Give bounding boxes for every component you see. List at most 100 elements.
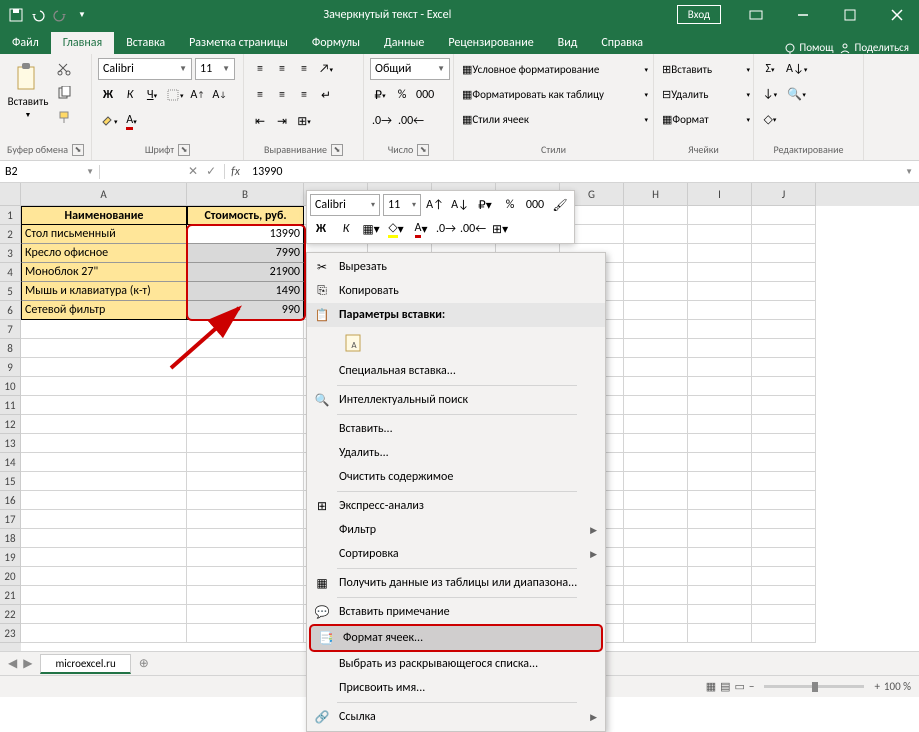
mini-comma-icon[interactable]: 000	[524, 194, 546, 216]
fx-icon[interactable]: fx	[225, 165, 246, 179]
cell[interactable]	[752, 510, 816, 529]
cell[interactable]: Стол письменный	[21, 225, 187, 244]
cell[interactable]	[688, 377, 752, 396]
cell[interactable]	[21, 415, 187, 434]
cell[interactable]	[624, 567, 688, 586]
align-center-icon[interactable]: ≡	[272, 84, 292, 106]
zoom-in-icon[interactable]: +	[874, 680, 879, 693]
mini-decrease-font-icon[interactable]: A↓	[449, 194, 471, 216]
cell[interactable]: 7990	[187, 244, 304, 263]
cell[interactable]	[624, 377, 688, 396]
cell-styles-button[interactable]: ▦ Стили ячеек▾	[460, 108, 650, 130]
cell[interactable]	[187, 339, 304, 358]
maximize-icon[interactable]	[827, 0, 872, 29]
italic-icon[interactable]: К	[120, 84, 140, 106]
cell[interactable]	[21, 605, 187, 624]
context-format-cells[interactable]: 📑Формат ячеек...	[309, 624, 603, 652]
cell[interactable]	[752, 282, 816, 301]
tab-insert[interactable]: Вставка	[114, 32, 177, 54]
fill-icon[interactable]: ↓▾	[760, 83, 780, 105]
row-header[interactable]: 10	[0, 377, 21, 396]
delete-cells-button[interactable]: ⊟ Удалить▾	[660, 83, 752, 105]
cell[interactable]	[187, 586, 304, 605]
mini-dec-decimal-icon[interactable]: .00←	[460, 218, 486, 240]
cell[interactable]	[21, 529, 187, 548]
context-insert[interactable]: Вставить...	[307, 417, 605, 441]
align-bottom-icon[interactable]: ≡	[294, 58, 314, 80]
row-header[interactable]: 8	[0, 339, 21, 358]
cell[interactable]	[688, 510, 752, 529]
cell[interactable]	[688, 434, 752, 453]
autosum-icon[interactable]: Σ▾	[760, 58, 780, 80]
mini-fill-icon[interactable]: ◇▾	[385, 218, 407, 240]
cell[interactable]	[688, 244, 752, 263]
format-cells-button[interactable]: ▦ Формат▾	[660, 108, 752, 130]
context-cut[interactable]: ✂Вырезать	[307, 255, 605, 279]
cell[interactable]	[752, 605, 816, 624]
cell[interactable]	[21, 396, 187, 415]
cell[interactable]	[752, 529, 816, 548]
comma-icon[interactable]: 000	[414, 84, 436, 106]
cell[interactable]	[688, 529, 752, 548]
name-box[interactable]: B2▼	[0, 165, 100, 179]
cell[interactable]	[752, 567, 816, 586]
row-header[interactable]: 12	[0, 415, 21, 434]
row-header[interactable]: 16	[0, 491, 21, 510]
cell[interactable]	[21, 510, 187, 529]
align-left-icon[interactable]: ≡	[250, 84, 270, 106]
cell[interactable]	[624, 453, 688, 472]
cell[interactable]	[624, 263, 688, 282]
cell[interactable]	[624, 339, 688, 358]
row-header[interactable]: 11	[0, 396, 21, 415]
conditional-format-button[interactable]: ▦ Условное форматирование▾	[460, 58, 650, 80]
mini-size-combo[interactable]: 11▾	[383, 194, 421, 216]
cell[interactable]	[752, 358, 816, 377]
format-table-button[interactable]: ▦ Форматировать как таблицу▾	[460, 83, 650, 105]
sheet-nav-prev-icon[interactable]: ◀	[8, 656, 17, 671]
alignment-launcher-icon[interactable]: ⬊	[331, 144, 343, 156]
cell[interactable]	[624, 605, 688, 624]
decrease-decimal-icon[interactable]: .00←	[396, 110, 426, 132]
cell[interactable]	[187, 415, 304, 434]
cell[interactable]: Наименование	[21, 206, 187, 225]
cell[interactable]: Мышь и клавиатура (к-т)	[21, 282, 187, 301]
row-header[interactable]: 23	[0, 624, 21, 643]
cell[interactable]	[752, 339, 816, 358]
qat-dropdown-icon[interactable]: ▼	[74, 7, 90, 23]
context-smart-lookup[interactable]: 🔍Интеллектуальный поиск	[307, 388, 605, 412]
align-top-icon[interactable]: ≡	[250, 58, 270, 80]
cell[interactable]	[187, 320, 304, 339]
cell[interactable]	[688, 453, 752, 472]
row-header[interactable]: 2	[0, 225, 21, 244]
percent-icon[interactable]: %	[392, 84, 412, 106]
col-header[interactable]: I	[688, 183, 752, 206]
undo-icon[interactable]	[30, 7, 46, 23]
align-right-icon[interactable]: ≡	[294, 84, 314, 106]
cell[interactable]	[688, 358, 752, 377]
cell[interactable]	[688, 472, 752, 491]
cell[interactable]	[187, 491, 304, 510]
cell[interactable]	[624, 358, 688, 377]
cell[interactable]	[688, 206, 752, 225]
decrease-indent-icon[interactable]: ⇤	[250, 110, 270, 132]
cell[interactable]	[688, 491, 752, 510]
cell[interactable]	[624, 529, 688, 548]
mini-font-color-icon[interactable]: A▾	[410, 218, 432, 240]
mini-font-combo[interactable]: Calibri▾	[310, 194, 380, 216]
mini-italic-icon[interactable]: К	[335, 218, 357, 240]
context-dropdown-list[interactable]: Выбрать из раскрывающегося списка...	[307, 652, 605, 676]
align-middle-icon[interactable]: ≡	[272, 58, 292, 80]
font-launcher-icon[interactable]: ⬊	[178, 144, 190, 156]
cell[interactable]	[752, 624, 816, 643]
cell[interactable]	[752, 244, 816, 263]
share-button[interactable]: Поделиться	[839, 41, 909, 54]
cell[interactable]	[624, 472, 688, 491]
cell[interactable]	[688, 339, 752, 358]
wrap-text-icon[interactable]: ↵	[316, 84, 336, 106]
enter-formula-icon[interactable]: ✓	[206, 164, 216, 179]
row-header[interactable]: 17	[0, 510, 21, 529]
cell[interactable]	[688, 586, 752, 605]
tab-formulas[interactable]: Формулы	[300, 32, 372, 54]
row-header[interactable]: 3	[0, 244, 21, 263]
cell[interactable]	[752, 396, 816, 415]
